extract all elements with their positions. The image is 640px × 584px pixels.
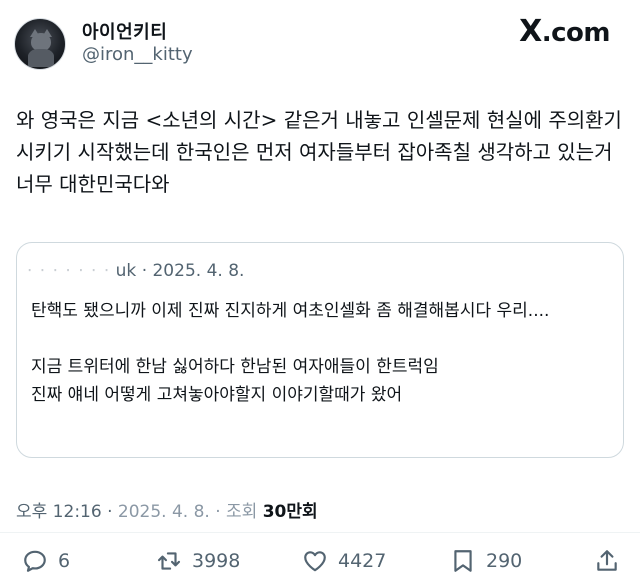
quoted-author-fragment: uk [115,261,137,281]
reply-icon [24,550,46,572]
share-button[interactable] [594,546,630,576]
quoted-tweet[interactable]: ⋅ ⋅ ⋅ ⋅ ⋅ ⋅ ⋅ uk · 2025. 4. 8. 탄핵도 됐으니까 … [16,242,624,458]
tweet-timestamp[interactable]: 오후 12:16 · 2025. 4. 8. · 조회 30만회 [16,497,318,522]
tweet-text: 와 영국은 지금 <소년의 시간> 같은거 내놓고 인셀문제 현실에 주의환기 … [16,108,629,196]
quoted-text-para1: 탄핵도 됐으니까 이제 진짜 진지하게 여초인셀화 좀 해결해봅시다 우리...… [31,301,550,321]
views-label: · 조회 [215,502,263,522]
display-name[interactable]: 아이언키티 [82,18,167,44]
quoted-tweet-text: 탄핵도 됐으니까 이제 진짜 진지하게 여초인셀화 좀 해결해봅시다 우리...… [31,297,611,409]
retweet-count: 3998 [192,550,241,572]
x-logo-text: .com [541,18,611,48]
bookmark-count: 290 [486,550,523,572]
like-count: 4427 [338,550,387,572]
reply-count: 6 [58,550,71,572]
like-button[interactable]: 4427 [302,546,386,576]
x-logo-mark: X [519,14,542,49]
divider [0,532,640,533]
avatar-body [28,49,54,67]
reply-button[interactable]: 6 [22,546,70,576]
bookmark-button[interactable]: 290 [450,546,522,576]
bookmark-icon [454,550,472,572]
retweet-icon [157,552,181,570]
quoted-date: · 2025. 4. 8. [141,261,245,281]
tweet-time: 오후 12:16 · [16,502,118,522]
x-logo: X.com [519,14,610,49]
share-icon [597,550,617,571]
like-icon [304,551,326,572]
views-count: 30만회 [262,502,318,522]
quoted-tweet-header: ⋅ ⋅ ⋅ ⋅ ⋅ ⋅ ⋅ uk · 2025. 4. 8. [27,261,244,281]
quoted-author-blurred: ⋅ ⋅ ⋅ ⋅ ⋅ ⋅ ⋅ [27,261,111,281]
tweet-date: 2025. 4. 8. [117,502,210,522]
retweet-button[interactable]: 3998 [156,546,240,576]
user-handle[interactable]: @iron__kitty [82,44,193,65]
avatar[interactable] [14,18,66,70]
quoted-text-para2: 지금 트위터에 한남 싫어하다 한남된 여자애들이 한트럭임 진짜 얘네 어떻게… [31,357,439,405]
